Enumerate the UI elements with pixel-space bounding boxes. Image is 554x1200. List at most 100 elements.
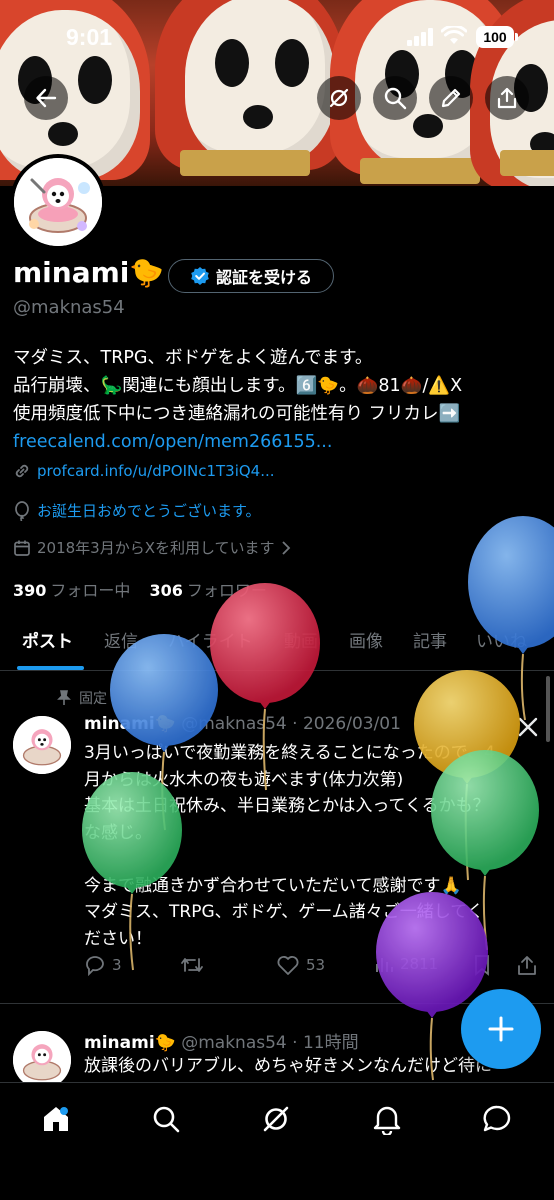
bell-icon bbox=[373, 1106, 401, 1135]
follow-stats: 390 フォロー中 306 フォロワー bbox=[13, 577, 267, 601]
heart-icon bbox=[277, 956, 299, 975]
battery-indicator: 100 bbox=[476, 26, 518, 48]
joined-row[interactable]: 2018年3月からXを利用しています bbox=[13, 537, 291, 558]
nav-messages[interactable] bbox=[477, 1099, 517, 1139]
link-icon bbox=[15, 464, 29, 478]
message-icon bbox=[483, 1105, 511, 1132]
post-author-name[interactable]: minami🐤 bbox=[84, 1033, 176, 1053]
scrollbar[interactable] bbox=[546, 676, 550, 742]
post-line: 今まで融通きかず合わせていただいて感謝です🙏 bbox=[84, 875, 462, 896]
search-icon bbox=[153, 1106, 180, 1133]
wifi-icon bbox=[441, 26, 467, 44]
bookmark-icon[interactable] bbox=[472, 954, 492, 976]
post-header: minami🐤 @maknas54 · 2026/03/01 bbox=[84, 714, 401, 734]
search-button[interactable] bbox=[373, 76, 417, 120]
post-avatar[interactable] bbox=[13, 716, 71, 774]
repost-button[interactable] bbox=[180, 954, 204, 976]
profile-name-emoji: 🐤 bbox=[129, 256, 165, 289]
clock: 9:01 bbox=[66, 24, 113, 50]
views-button[interactable]: 2811 bbox=[374, 954, 438, 974]
pinned-label-row: 固定 bbox=[57, 688, 107, 708]
home-icon bbox=[44, 1107, 68, 1131]
website-row: profcard.info/u/dPOINc1T3iQ4... bbox=[13, 462, 275, 480]
status-bar: 9:01 100 bbox=[0, 22, 554, 54]
post-line: 基本は土日祝休み、半日業務とかは入ってくるかも？ bbox=[84, 796, 490, 816]
tab-images[interactable]: 画像 bbox=[349, 627, 383, 652]
post-text[interactable]: 3月いっぱいで夜勤業務を終えることになったので、4 月からは火水木の夜も遊べます… bbox=[84, 740, 529, 952]
avatar-illustration bbox=[14, 158, 102, 246]
tab-articles[interactable]: 記事 bbox=[413, 627, 447, 652]
followers-label: フォロワー bbox=[186, 581, 267, 600]
x-logo-icon bbox=[518, 717, 538, 737]
reply-button[interactable]: 3 bbox=[84, 954, 122, 976]
bottom-navigation bbox=[0, 1082, 554, 1200]
back-button[interactable] bbox=[24, 76, 68, 120]
tab-likes[interactable]: いいね bbox=[476, 627, 527, 652]
profile-handle: @maknas54 bbox=[13, 297, 125, 318]
like-button[interactable]: 53 bbox=[276, 954, 325, 976]
reply-icon bbox=[86, 956, 104, 976]
grok-icon bbox=[329, 88, 349, 108]
search-icon bbox=[384, 87, 407, 110]
profile-avatar[interactable] bbox=[10, 154, 106, 250]
grok-button[interactable] bbox=[317, 76, 361, 120]
nav-grok[interactable] bbox=[256, 1099, 296, 1139]
avatar-illustration bbox=[13, 716, 71, 774]
following-count: 390 bbox=[13, 581, 47, 600]
following-link[interactable]: 390 フォロー中 bbox=[13, 581, 130, 600]
active-tab-indicator bbox=[17, 666, 84, 670]
post-line: 放課後のバリアブル、めちゃ好きメンなんだけど待に bbox=[84, 1056, 492, 1076]
calendar-icon bbox=[14, 540, 30, 556]
profile-name-text: minami bbox=[13, 256, 130, 289]
avatar-illustration bbox=[13, 1031, 71, 1089]
verified-badge-icon bbox=[191, 267, 209, 285]
post-text[interactable]: 放課後のバリアブル、めちゃ好きメンなんだけど待に bbox=[84, 1053, 529, 1081]
chevron-right-icon bbox=[281, 540, 290, 555]
get-verified-label: 認証を受ける bbox=[215, 268, 312, 287]
nav-search[interactable] bbox=[146, 1099, 186, 1139]
website-link[interactable]: profcard.info/u/dPOINc1T3iQ4... bbox=[37, 462, 275, 480]
profile-name: minami🐤 bbox=[13, 256, 164, 289]
post-avatar[interactable] bbox=[13, 1031, 71, 1089]
share-button[interactable] bbox=[485, 76, 529, 120]
post-line bbox=[84, 846, 529, 873]
arrow-left-icon bbox=[36, 88, 57, 108]
tab-videos[interactable]: 動画 bbox=[284, 627, 318, 652]
following-label: フォロー中 bbox=[50, 581, 131, 600]
tab-highlights[interactable]: ハイライト bbox=[168, 627, 253, 652]
edit-button[interactable] bbox=[429, 76, 473, 120]
birthday-message[interactable]: お誕生日おめでとうございます。 bbox=[37, 500, 261, 521]
pinned-label: 固定 bbox=[79, 691, 107, 707]
share-icon[interactable] bbox=[516, 954, 538, 976]
birthday-row: お誕生日おめでとうございます。 bbox=[13, 500, 261, 521]
profile-tabs: ポスト 返信 ハイライト 動画 画像 記事 いいね bbox=[0, 620, 554, 671]
pencil-icon bbox=[441, 88, 461, 108]
post-meta: @maknas54 · 11時間 bbox=[181, 1033, 359, 1053]
post-author-name[interactable]: minami🐤 bbox=[84, 714, 176, 734]
nav-home[interactable] bbox=[36, 1099, 76, 1139]
like-count: 53 bbox=[306, 956, 326, 974]
post-line: ださい！ bbox=[84, 928, 152, 949]
post-line: マダミス、TRPG、ボドゲ、ゲーム諸々ご一緒してく bbox=[84, 902, 484, 922]
pin-icon bbox=[57, 690, 71, 705]
cellular-signal-icon bbox=[407, 28, 433, 46]
post-header: minami🐤 @maknas54 · 11時間 bbox=[84, 1028, 359, 1053]
balloon-icon bbox=[15, 500, 29, 521]
plus-icon bbox=[488, 1016, 514, 1042]
compose-post-button[interactable] bbox=[461, 989, 541, 1069]
bio-link[interactable]: freecalend.com/open/mem266155... bbox=[13, 428, 543, 456]
bio-line: 品行崩壊、🦕関連にも顔出します。6️⃣🐤。🌰81🌰/⚠️X bbox=[13, 376, 463, 396]
tab-replies[interactable]: 返信 bbox=[104, 627, 138, 652]
post-meta: @maknas54 · 2026/03/01 bbox=[181, 714, 401, 734]
post-line: 3月いっぱいで夜勤業務を終えることになったので、4 bbox=[84, 743, 495, 763]
grok-icon bbox=[263, 1106, 289, 1132]
post-actions: 3 53 2811 bbox=[84, 954, 544, 978]
followers-link[interactable]: 306 フォロワー bbox=[150, 581, 267, 600]
tab-posts[interactable]: ポスト bbox=[22, 627, 73, 652]
analytics-icon bbox=[376, 958, 393, 972]
get-verified-button[interactable]: 認証を受ける bbox=[168, 259, 334, 293]
bio-line: 使用頻度低下中につき連絡漏れの可能性有り フリカレ➡️ bbox=[13, 404, 461, 424]
view-count: 2811 bbox=[400, 955, 439, 973]
bio-line: マダミス、TRPG、ボドゲをよく遊んでます。 bbox=[13, 348, 373, 368]
nav-notifications[interactable] bbox=[367, 1099, 407, 1139]
